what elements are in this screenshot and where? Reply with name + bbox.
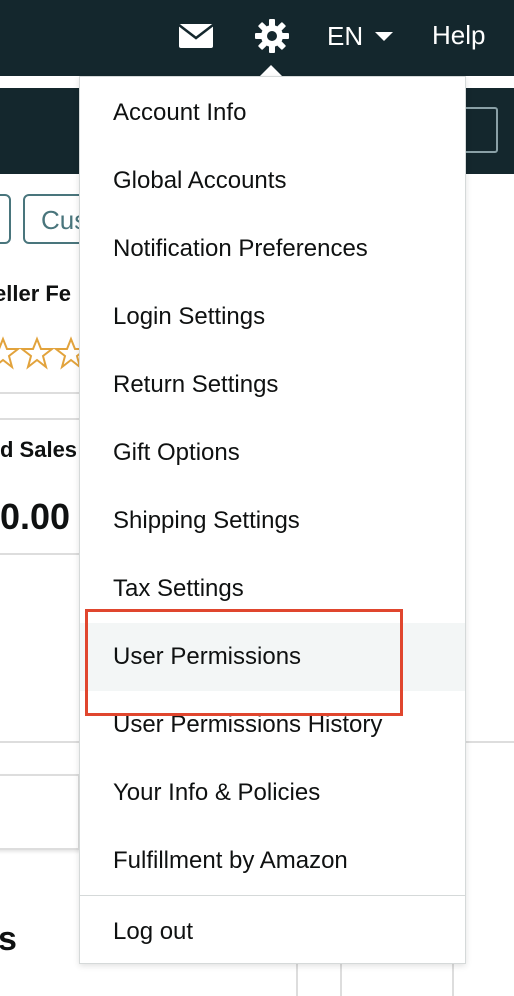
page: EN Help Cus eller Fe d Sales 0.00 s Acco… bbox=[0, 0, 514, 996]
settings-dropdown-menu: Account Info Global Accounts Notificatio… bbox=[79, 76, 466, 964]
menu-item-your-info-policies[interactable]: Your Info & Policies bbox=[80, 759, 465, 827]
menu-item-log-out[interactable]: Log out bbox=[80, 898, 465, 966]
gear-icon[interactable] bbox=[254, 18, 290, 54]
seller-feedback-title: eller Fe bbox=[0, 281, 72, 306]
menu-item-tax-settings[interactable]: Tax Settings bbox=[80, 555, 465, 623]
top-header: EN Help bbox=[0, 0, 514, 76]
rating-stars bbox=[0, 336, 88, 370]
menu-item-gift-options[interactable]: Gift Options bbox=[80, 419, 465, 487]
divider bbox=[340, 962, 342, 996]
menu-item-user-permissions[interactable]: User Permissions bbox=[80, 623, 465, 691]
help-link[interactable]: Help bbox=[432, 20, 485, 51]
menu-item-login-settings[interactable]: Login Settings bbox=[80, 283, 465, 351]
background-card bbox=[0, 774, 80, 850]
section-heading: s bbox=[0, 920, 17, 958]
menu-item-fulfillment-by-amazon[interactable]: Fulfillment by Amazon bbox=[80, 827, 465, 895]
language-selector[interactable]: EN bbox=[327, 20, 394, 52]
menu-item-account-info[interactable]: Account Info bbox=[80, 79, 465, 147]
star-icon bbox=[0, 336, 20, 370]
caret-down-icon bbox=[375, 31, 394, 41]
divider bbox=[0, 418, 80, 420]
menu-item-global-accounts[interactable]: Global Accounts bbox=[80, 147, 465, 215]
mail-icon[interactable] bbox=[178, 18, 214, 54]
sales-label: d Sales bbox=[0, 437, 78, 462]
star-icon bbox=[20, 336, 54, 370]
menu-item-return-settings[interactable]: Return Settings bbox=[80, 351, 465, 419]
background-button[interactable] bbox=[0, 194, 11, 244]
divider bbox=[296, 962, 298, 996]
menu-item-shipping-settings[interactable]: Shipping Settings bbox=[80, 487, 465, 555]
sales-value: 0.00 bbox=[0, 496, 71, 537]
language-label: EN bbox=[327, 20, 364, 51]
menu-item-notification-preferences[interactable]: Notification Preferences bbox=[80, 215, 465, 283]
divider bbox=[0, 392, 80, 394]
menu-divider bbox=[80, 895, 465, 896]
menu-item-user-permissions-history[interactable]: User Permissions History bbox=[80, 691, 465, 759]
divider bbox=[0, 553, 80, 555]
